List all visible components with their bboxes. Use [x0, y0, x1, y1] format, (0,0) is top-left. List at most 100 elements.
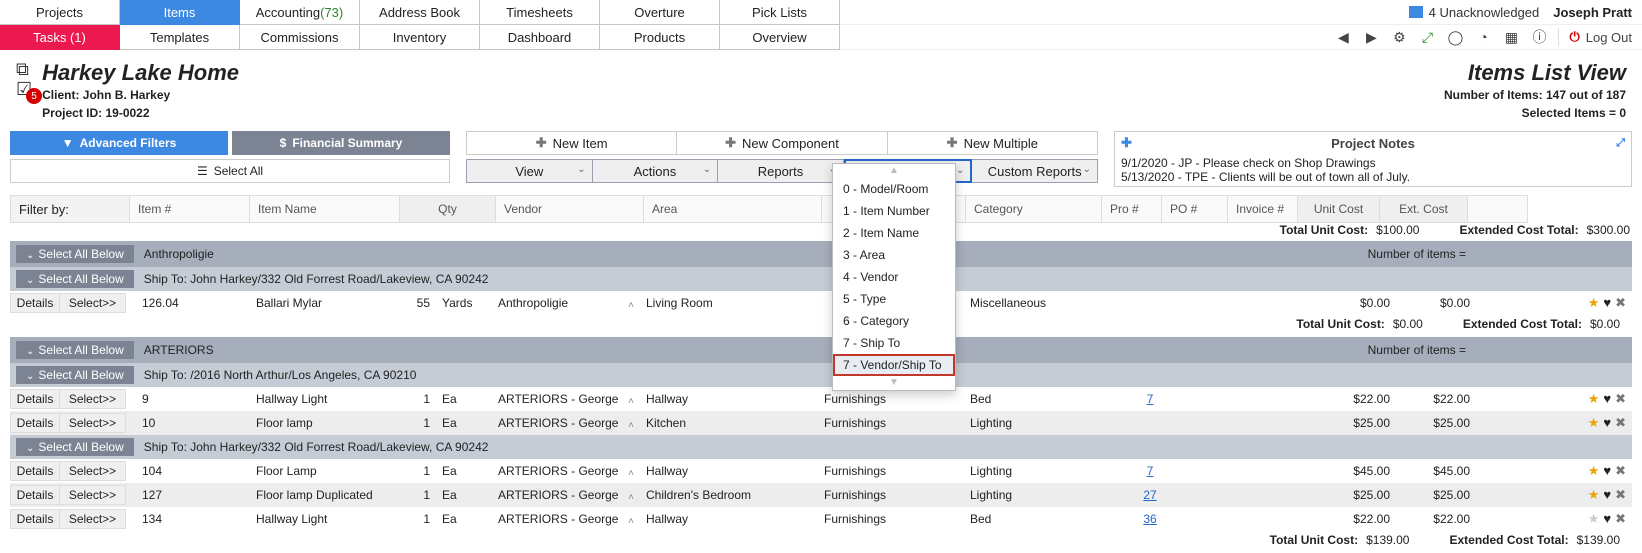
details-button[interactable]: Details	[10, 509, 60, 529]
star-icon[interactable]: ★	[1588, 463, 1600, 479]
star-icon[interactable]: ★	[1588, 487, 1600, 503]
calendar-icon[interactable]: ▦	[1502, 28, 1520, 46]
close-icon[interactable]: ✖	[1615, 487, 1626, 503]
sort-option[interactable]: 3 - Area	[833, 244, 955, 266]
star-icon[interactable]: ★	[1588, 391, 1600, 407]
details-button[interactable]: Details	[10, 413, 60, 433]
close-icon[interactable]: ✖	[1615, 391, 1626, 407]
select-button[interactable]: Select>>	[60, 485, 126, 505]
heart-icon[interactable]: ♥	[1603, 463, 1611, 479]
select-button[interactable]: Select>>	[60, 509, 126, 529]
filter-vendor[interactable]: Vendor	[496, 195, 644, 223]
filter-ext-cost[interactable]: Ext. Cost	[1380, 195, 1468, 223]
filter-pro[interactable]: Pro #	[1102, 195, 1162, 223]
new-multiple-button[interactable]: ✚New Multiple	[888, 131, 1098, 155]
unack-badge[interactable]: 4 Unacknowledged	[1409, 5, 1540, 20]
filter-qty[interactable]: Qty	[400, 195, 496, 223]
nav-tab-overture[interactable]: Overture	[600, 0, 720, 25]
filter-item[interactable]: Item #	[130, 195, 250, 223]
nav-tab-tasks-1-[interactable]: Tasks (1)	[0, 25, 120, 50]
new-component-button[interactable]: ✚New Component	[677, 131, 887, 155]
logout-button[interactable]: ⏻ Log Out	[1569, 29, 1632, 45]
star-icon[interactable]: ★	[1588, 295, 1600, 311]
nav-tab-items[interactable]: Items	[120, 0, 240, 25]
sort-option[interactable]: 0 - Model/Room	[833, 178, 955, 200]
sort-option[interactable]: 6 - Category	[833, 310, 955, 332]
select-all-button[interactable]: ☰ Select All	[10, 159, 450, 183]
filter-unit-cost[interactable]: Unit Cost	[1298, 195, 1380, 223]
cell-pro[interactable]: 36	[1120, 512, 1180, 526]
star-icon[interactable]: ★	[1588, 511, 1600, 527]
nav-tab-templates[interactable]: Templates	[120, 25, 240, 50]
popout-icon[interactable]: ⧉	[16, 60, 32, 78]
expand-icon[interactable]: ⤢	[1418, 28, 1436, 46]
nav-tab-inventory[interactable]: Inventory	[360, 25, 480, 50]
sort-option[interactable]: 5 - Type	[833, 288, 955, 310]
select-all-below-button[interactable]: ⌄Select All Below	[16, 438, 134, 456]
menu-down-arrow[interactable]: ▼	[833, 376, 955, 390]
menu-up-arrow[interactable]: ▲	[833, 164, 955, 178]
note-line[interactable]: 9/1/2020 - JP - Please check on Shop Dra…	[1121, 156, 1625, 170]
sort-menu[interactable]: ▲ 0 - Model/Room1 - Item Number2 - Item …	[832, 163, 956, 391]
select-button[interactable]: Select>>	[60, 389, 126, 409]
heart-icon[interactable]: ♥	[1603, 391, 1611, 407]
select-all-below-button[interactable]: ⌄Select All Below	[16, 366, 134, 384]
user-icon[interactable]: ◯	[1446, 28, 1464, 46]
alert-badge[interactable]: 5	[26, 88, 42, 104]
cell-pro[interactable]: 7	[1120, 392, 1180, 406]
details-button[interactable]: Details	[10, 389, 60, 409]
financial-summary-button[interactable]: $ Financial Summary	[232, 131, 450, 155]
sort-option[interactable]: 4 - Vendor	[833, 266, 955, 288]
close-icon[interactable]: ✖	[1615, 295, 1626, 311]
cell-pro[interactable]: 27	[1120, 488, 1180, 502]
select-button[interactable]: Select>>	[60, 461, 126, 481]
heart-icon[interactable]: ♥	[1603, 511, 1611, 527]
details-button[interactable]: Details	[10, 293, 60, 313]
notes-list[interactable]: 9/1/2020 - JP - Please check on Shop Dra…	[1115, 154, 1631, 186]
nav-tab-products[interactable]: Products	[600, 25, 720, 50]
close-icon[interactable]: ✖	[1615, 463, 1626, 479]
filter-category[interactable]: Category	[966, 195, 1102, 223]
filter-invoice[interactable]: Invoice #	[1228, 195, 1298, 223]
heart-icon[interactable]: ♥	[1603, 487, 1611, 503]
gear-icon[interactable]: ⚙	[1390, 28, 1408, 46]
expand-notes-icon[interactable]: ⤢	[1616, 137, 1625, 150]
add-note-icon[interactable]: ✚	[1121, 135, 1132, 151]
heart-icon[interactable]: ♥	[1603, 415, 1611, 431]
sort-option[interactable]: 1 - Item Number	[833, 200, 955, 222]
clock-icon[interactable]: ◔	[1474, 28, 1492, 46]
cell-pro[interactable]: 7	[1120, 464, 1180, 478]
select-button[interactable]: Select>>	[60, 293, 126, 313]
filter-area[interactable]: Area	[644, 195, 822, 223]
dropdown-reports[interactable]: Reports⌄	[718, 159, 844, 183]
sort-option[interactable]: 7 - Vendor/Ship To	[833, 354, 955, 376]
heart-icon[interactable]: ♥	[1603, 295, 1611, 311]
filter-name[interactable]: Item Name	[250, 195, 400, 223]
nav-tab-dashboard[interactable]: Dashboard	[480, 25, 600, 50]
sort-option[interactable]: 2 - Item Name	[833, 222, 955, 244]
close-icon[interactable]: ✖	[1615, 415, 1626, 431]
user-name[interactable]: Joseph Pratt	[1553, 5, 1632, 20]
prev-icon[interactable]: ◀	[1334, 28, 1352, 46]
star-icon[interactable]: ★	[1588, 415, 1600, 431]
nav-tab-overview[interactable]: Overview	[720, 25, 840, 50]
nav-tab-accounting[interactable]: Accounting (73)	[240, 0, 360, 25]
nav-tab-pick-lists[interactable]: Pick Lists	[720, 0, 840, 25]
nav-tab-timesheets[interactable]: Timesheets	[480, 0, 600, 25]
new-item-button[interactable]: ✚New Item	[466, 131, 677, 155]
select-all-below-button[interactable]: ⌄Select All Below	[16, 245, 134, 263]
nav-tab-address-book[interactable]: Address Book	[360, 0, 480, 25]
close-icon[interactable]: ✖	[1615, 511, 1626, 527]
nav-tab-commissions[interactable]: Commissions	[240, 25, 360, 50]
filter-po[interactable]: PO #	[1162, 195, 1228, 223]
info-icon[interactable]: ⓘ	[1530, 28, 1548, 46]
advanced-filters-button[interactable]: ▼ Advanced Filters	[10, 131, 228, 155]
select-all-below-button[interactable]: ⌄Select All Below	[16, 341, 134, 359]
select-all-below-button[interactable]: ⌄Select All Below	[16, 270, 134, 288]
details-button[interactable]: Details	[10, 485, 60, 505]
details-button[interactable]: Details	[10, 461, 60, 481]
next-icon[interactable]: ▶	[1362, 28, 1380, 46]
dropdown-actions[interactable]: Actions⌄	[593, 159, 719, 183]
note-line[interactable]: 5/13/2020 - TPE - Clients will be out of…	[1121, 170, 1625, 184]
sort-option[interactable]: 7 - Ship To	[833, 332, 955, 354]
